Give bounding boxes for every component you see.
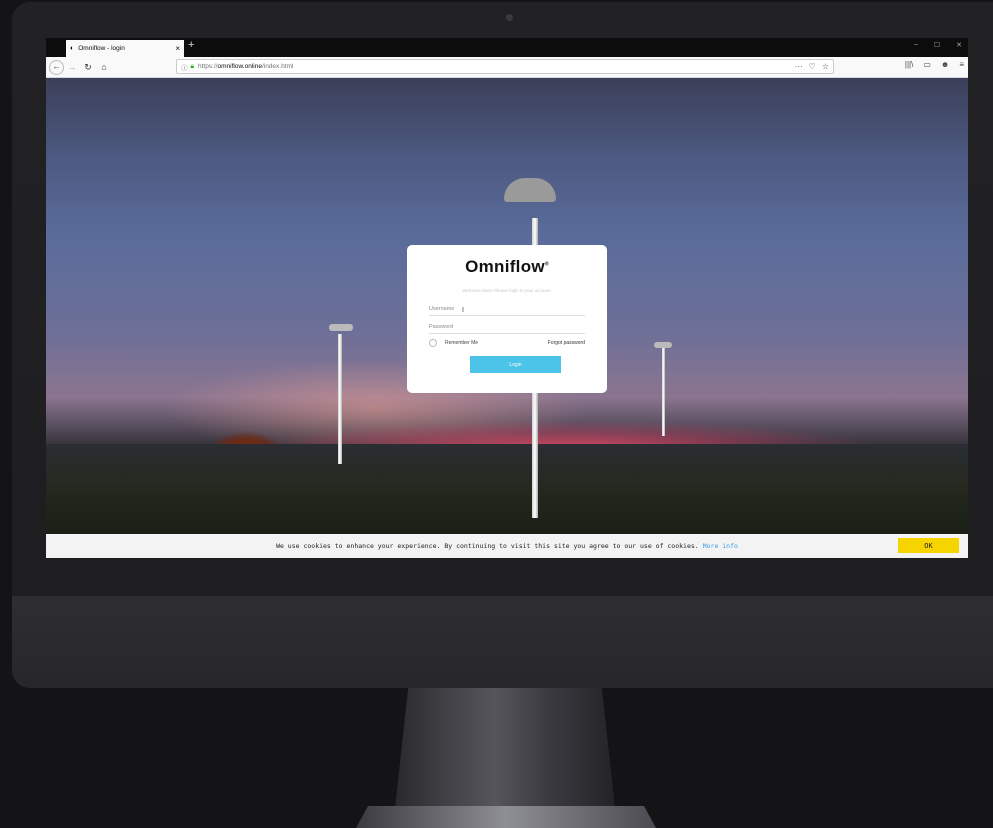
- lamp-post-left: [338, 334, 342, 464]
- minimize-icon[interactable]: –: [914, 41, 918, 49]
- omniflow-favicon-icon: ◐: [70, 45, 75, 52]
- toolbar-right: |||\ ▭ ☻ ≡: [905, 60, 964, 69]
- login-button[interactable]: Login: [470, 356, 561, 373]
- maximize-icon[interactable]: ☐: [934, 41, 940, 49]
- cookie-banner: We use cookies to enhance your experienc…: [46, 534, 968, 558]
- menu-icon[interactable]: ≡: [959, 60, 964, 69]
- username-input[interactable]: [429, 303, 585, 316]
- url-actions: ··· ♡ ☆: [795, 62, 829, 71]
- cookie-message: We use cookies to enhance your experienc…: [276, 542, 699, 550]
- remember-me-label[interactable]: Remember Me: [445, 340, 478, 346]
- tab-title: Omniflow - login: [78, 45, 125, 52]
- info-icon[interactable]: ⓘ: [181, 62, 188, 72]
- imac-chin: [12, 596, 993, 688]
- account-icon[interactable]: ☻: [941, 60, 949, 69]
- forgot-password-link[interactable]: Forgot password: [548, 340, 585, 346]
- home-icon[interactable]: ⌂: [96, 62, 112, 72]
- login-card: Omniflow® Welcome back! Please login to …: [407, 245, 607, 393]
- tab-bar: ◐ Omniflow - login × + – ☐ ✕: [46, 38, 968, 57]
- url-bar[interactable]: ⓘ 🔒︎ https://omniflow.online/index.html …: [176, 59, 834, 74]
- cookie-ok-button[interactable]: OK: [898, 538, 959, 553]
- sidebar-icon[interactable]: ▭: [923, 60, 931, 69]
- window-controls: – ☐ ✕: [914, 41, 962, 49]
- lock-icon[interactable]: 🔒︎: [191, 63, 194, 71]
- imac-stand: [395, 688, 615, 808]
- omniflow-logo: Omniflow®: [465, 257, 549, 276]
- close-tab-icon[interactable]: ×: [175, 44, 180, 53]
- pocket-icon[interactable]: ♡: [809, 62, 816, 71]
- imac-stand-base: [356, 806, 656, 828]
- background-photo: Omniflow® Welcome back! Please login to …: [46, 78, 968, 534]
- bookmark-star-icon[interactable]: ☆: [822, 62, 829, 71]
- remember-me-checkbox[interactable]: [429, 339, 437, 347]
- camera: [506, 14, 513, 21]
- lamp-head-center: [504, 178, 556, 202]
- welcome-text: Welcome back! Please login to your accou…: [462, 288, 552, 293]
- ground: [46, 444, 968, 534]
- lamp-head-right: [654, 342, 672, 348]
- lamp-post-right: [662, 346, 665, 436]
- more-info-link[interactable]: More info: [703, 542, 738, 550]
- page-actions-icon[interactable]: ···: [795, 62, 803, 71]
- back-arrow-icon[interactable]: ←: [49, 59, 64, 75]
- new-tab-button[interactable]: +: [188, 39, 194, 51]
- reload-icon[interactable]: ↻: [80, 62, 96, 73]
- password-input[interactable]: [429, 321, 585, 334]
- remember-row: Remember Me Forgot password: [429, 339, 585, 347]
- text-cursor-icon: I: [462, 307, 464, 314]
- browser-window: ◐ Omniflow - login × + – ☐ ✕ ← → ↻ ⌂ ⓘ 🔒…: [46, 38, 968, 558]
- library-icon[interactable]: |||\: [905, 60, 913, 69]
- forward-arrow-icon[interactable]: →: [64, 62, 80, 72]
- navigation-bar: ← → ↻ ⌂ ⓘ 🔒︎ https://omniflow.online/ind…: [46, 57, 968, 78]
- lamp-head-left: [329, 324, 353, 331]
- close-window-icon[interactable]: ✕: [956, 41, 962, 49]
- tab-omniflow-login[interactable]: ◐ Omniflow - login ×: [66, 40, 184, 57]
- url-text: https://omniflow.online/index.html: [197, 63, 294, 70]
